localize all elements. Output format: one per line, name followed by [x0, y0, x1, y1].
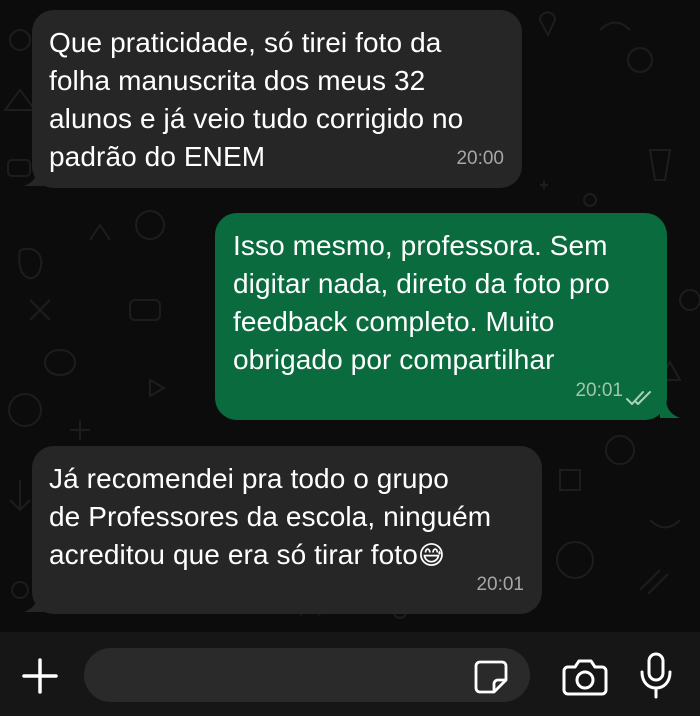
message-composer	[0, 632, 700, 716]
bubble-tail	[660, 398, 680, 418]
read-receipt-icon	[625, 390, 653, 406]
message-time: 20:00	[456, 140, 504, 178]
message-text: Que praticidade, só tirei foto da folha …	[49, 24, 504, 176]
message-text: Já recomendei pra todo o grupo de Profes…	[49, 460, 524, 574]
message-time: 20:01	[575, 372, 623, 410]
sticker-icon[interactable]	[474, 660, 508, 694]
microphone-icon[interactable]	[638, 652, 674, 700]
sweat-smile-emoji: 😅	[418, 540, 445, 570]
chat-area[interactable]: Que praticidade, só tirei foto da folha …	[0, 0, 700, 632]
message-bubble-outgoing[interactable]: Isso mesmo, professora. Sem digitar nada…	[215, 213, 667, 420]
bubble-tail	[24, 592, 44, 612]
message-text: Isso mesmo, professora. Sem digitar nada…	[233, 227, 649, 379]
camera-icon[interactable]	[562, 658, 608, 696]
message-time: 20:01	[476, 566, 524, 604]
message-input[interactable]	[84, 648, 530, 702]
bubble-tail	[24, 166, 44, 186]
message-bubble-incoming[interactable]: Que praticidade, só tirei foto da folha …	[32, 10, 522, 188]
plus-icon[interactable]	[20, 656, 60, 696]
message-bubble-incoming[interactable]: Já recomendei pra todo o grupo de Profes…	[32, 446, 542, 614]
